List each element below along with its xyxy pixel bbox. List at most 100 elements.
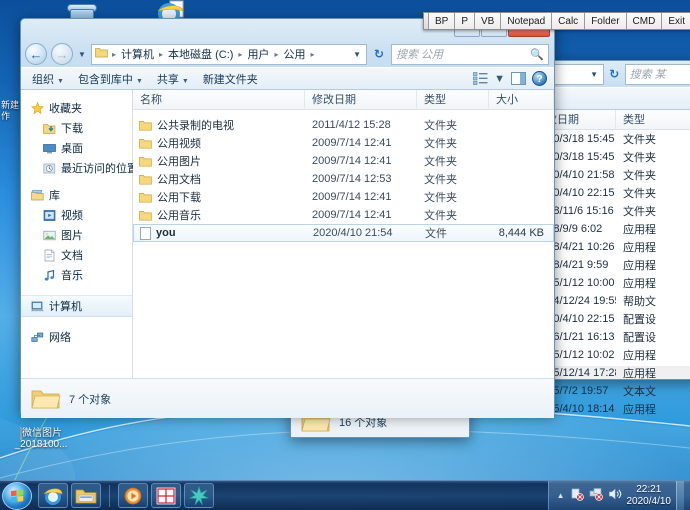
sidebar-item-music[interactable]: 音乐	[21, 265, 132, 285]
sidebar-item-computer[interactable]: 计算机	[21, 295, 132, 317]
breadcrumb-public[interactable]: 公用	[282, 46, 306, 62]
nav-group-network: 网络	[21, 327, 132, 347]
system-tray[interactable]: ▲ 22:21 2020/4/10	[547, 480, 690, 510]
preview-pane-icon[interactable]	[511, 72, 526, 85]
taskbar-item-ie[interactable]	[38, 483, 68, 508]
sidebar-item-videos[interactable]: 视频	[21, 205, 132, 225]
organize-button[interactable]: 组织 ▼	[25, 69, 71, 89]
address-dropdown-icon[interactable]: ▼	[353, 50, 363, 59]
show-desktop-button[interactable]	[676, 480, 684, 510]
new-folder-label: 新建文件夹	[202, 73, 258, 86]
column-header-name[interactable]: 名称	[133, 89, 305, 110]
search-icon: 🔍	[530, 48, 544, 61]
taskbar-item-starburst[interactable]	[184, 483, 214, 508]
column-headers[interactable]: 名称 修改日期 类型 大小	[133, 89, 554, 110]
launcher-button-cmd[interactable]: CMD	[626, 13, 663, 29]
help-icon[interactable]: ?	[532, 71, 547, 86]
crumb-separator-icon[interactable]: ▸	[308, 50, 316, 59]
sidebar-item-downloads[interactable]: 下载	[21, 118, 132, 138]
file-rows: 公共录制的电视 2011/4/12 15:28 文件夹 公用视频 2009/7/…	[133, 110, 554, 378]
sidebar-label: 文档	[61, 250, 83, 262]
sidebar-label: 库	[49, 190, 60, 202]
recent-pages-dropdown-icon[interactable]: ▼	[77, 50, 87, 59]
table-row[interactable]: 公用视频 2009/7/14 12:41 文件夹	[133, 134, 554, 152]
search-input[interactable]: 搜索 公用 🔍	[391, 43, 549, 65]
breadcrumb-local-disk[interactable]: 本地磁盘 (C:)	[167, 46, 234, 62]
sidebar-item-favorites[interactable]: 收藏夹	[21, 98, 132, 118]
folder-icon	[139, 174, 152, 185]
table-row[interactable]: 公用下载 2009/7/14 12:41 文件夹	[133, 188, 554, 206]
sidebar-item-recent-places[interactable]: 最近访问的位置	[21, 158, 138, 178]
change-view-icon[interactable]	[473, 72, 488, 85]
taskbar[interactable]: ▲ 22:21 2020/4/10	[0, 480, 690, 510]
row-type: 文件夹	[623, 170, 656, 182]
launcher-button-p[interactable]: P	[455, 13, 476, 29]
desktop-icon-wechat-image[interactable]: 微信图片_2018100...	[4, 427, 78, 450]
crumb-separator-icon[interactable]: ▸	[157, 50, 165, 59]
back-button[interactable]: ←	[25, 43, 47, 65]
address-bar[interactable]: ▸ 计算机 ▸ 本地磁盘 (C:) ▸ 用户 ▸ 公用 ▸ ▼	[91, 43, 367, 65]
share-label: 共享	[156, 73, 179, 86]
table-row[interactable]: 公用音乐 2009/7/14 12:41 文件夹	[133, 206, 554, 224]
chevron-down-icon[interactable]: ▼	[590, 70, 600, 79]
breadcrumb-computer[interactable]: 计算机	[120, 46, 155, 62]
view-dropdown-icon[interactable]: ▼	[494, 73, 505, 85]
sidebar-item-pictures[interactable]: 图片	[21, 225, 132, 245]
taskbar-item-explorer[interactable]	[71, 483, 101, 508]
row-type: 应用程	[623, 368, 656, 380]
taskbar-item-red-app[interactable]	[151, 483, 181, 508]
launcher-button-folder[interactable]: Folder	[585, 13, 627, 29]
sidebar-item-network[interactable]: 网络	[21, 327, 132, 347]
file-type: 文件夹	[424, 138, 457, 150]
sidebar-item-libraries[interactable]: 库	[21, 185, 132, 205]
include-in-library-button[interactable]: 包含到库中 ▼	[71, 69, 150, 89]
column-header-type[interactable]: 类型	[417, 89, 489, 110]
table-row[interactable]: 公用文档 2009/7/14 12:53 文件夹	[133, 170, 554, 188]
start-button[interactable]	[2, 481, 32, 510]
command-bar[interactable]: 组织 ▼ 包含到库中 ▼ 共享 ▼ 新建文件夹 ▼ ?	[21, 67, 554, 90]
desktop-icon-recycle-bin[interactable]	[28, 2, 102, 34]
status-text: 7 个对象	[69, 393, 112, 406]
file-name: 公用下载	[157, 192, 201, 204]
sidebar-label: 桌面	[61, 143, 83, 155]
action-center-icon[interactable]	[570, 487, 584, 504]
table-row[interactable]: 公用图片 2009/7/14 12:41 文件夹	[133, 152, 554, 170]
explorer-window[interactable]: ← → ▼ ▸ 计算机 ▸ 本地磁盘 (C:) ▸ 用户 ▸ 公用 ▸ ▼ ↻ …	[20, 18, 555, 418]
table-row[interactable]: you 2020/4/10 21:54 文件 8,444 KB	[133, 224, 554, 242]
show-hidden-icons-icon[interactable]: ▲	[557, 491, 565, 500]
column-header-date[interactable]: 修改日期	[305, 89, 417, 110]
navigation-pane[interactable]: 收藏夹 下载 桌面 最近访问的位置 库 视频 图片 文档 音乐 计算机 网络	[21, 90, 138, 378]
file-type: 文件夹	[424, 156, 457, 168]
launcher-button-notepad[interactable]: Notepad	[501, 13, 553, 29]
launcher-button-vb[interactable]: VB	[475, 13, 502, 29]
file-list-pane[interactable]: 名称 修改日期 类型 大小 公共录制的电视 2011/4/12 15:28 文件…	[133, 89, 554, 378]
new-folder-button[interactable]: 新建文件夹	[196, 69, 265, 89]
breadcrumb-users[interactable]: 用户	[246, 46, 270, 62]
table-row[interactable]: 公共录制的电视 2011/4/12 15:28 文件夹	[133, 116, 554, 134]
volume-icon[interactable]	[608, 487, 622, 504]
row-type: 文件夹	[623, 188, 656, 200]
column-header-size[interactable]: 大小	[489, 89, 554, 110]
launcher-button-calc[interactable]: Calc	[552, 13, 586, 29]
sidebar-label: 最近访问的位置	[61, 163, 138, 175]
forward-button[interactable]: →	[51, 43, 73, 65]
crumb-separator-icon[interactable]: ▸	[272, 50, 280, 59]
nav-group-computer: 计算机	[21, 295, 132, 317]
refresh-icon[interactable]: ↻	[608, 67, 621, 81]
floating-launcher-toolbar[interactable]: BP P VB Notepad Calc Folder CMD Exit	[423, 12, 690, 30]
network-tray-icon[interactable]	[589, 487, 603, 504]
sidebar-item-documents[interactable]: 文档	[21, 245, 132, 265]
address-row[interactable]: ← → ▼ ▸ 计算机 ▸ 本地磁盘 (C:) ▸ 用户 ▸ 公用 ▸ ▼ ↻ …	[21, 41, 554, 67]
share-button[interactable]: 共享 ▼	[150, 69, 196, 89]
background-column-type[interactable]: 类型	[616, 110, 690, 130]
crumb-separator-icon[interactable]: ▸	[236, 50, 244, 59]
background-search-placeholder: 搜索 某	[629, 69, 666, 81]
sidebar-label: 视频	[61, 210, 83, 222]
sidebar-item-desktop[interactable]: 桌面	[21, 138, 132, 158]
background-search-input[interactable]: 搜索 某	[624, 63, 690, 85]
launcher-button-bp[interactable]: BP	[429, 13, 456, 29]
clock[interactable]: 22:21 2020/4/10	[627, 484, 672, 508]
refresh-icon[interactable]: ↻	[371, 47, 387, 61]
taskbar-item-media-player[interactable]	[118, 483, 148, 508]
launcher-button-exit[interactable]: Exit	[662, 13, 690, 29]
